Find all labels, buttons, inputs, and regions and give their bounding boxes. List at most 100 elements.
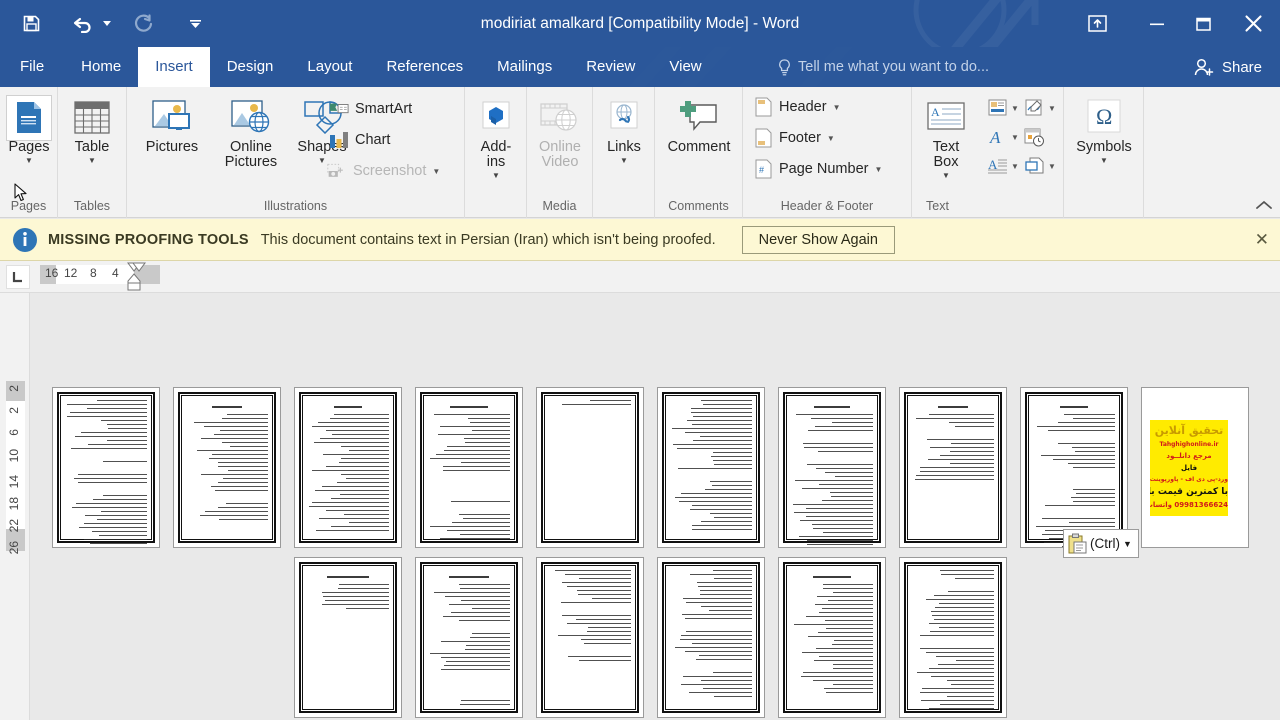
share-button[interactable]: Share	[1179, 47, 1280, 87]
document-page-thumbnail[interactable]	[778, 387, 886, 548]
page-text-line	[74, 436, 147, 437]
document-page-thumbnail[interactable]	[173, 387, 281, 548]
chevron-down-icon[interactable]: ▼	[1011, 104, 1019, 113]
online-pictures-button[interactable]: Online Pictures	[213, 97, 289, 170]
page-text-line	[214, 490, 268, 491]
document-page-thumbnail[interactable]	[1020, 387, 1128, 548]
infobar-close-button[interactable]: ✕	[1255, 230, 1269, 250]
restore-button[interactable]	[1180, 5, 1226, 43]
links-button[interactable]: Links ▼	[600, 97, 648, 166]
header-button[interactable]: Header ▼	[753, 97, 840, 117]
never-show-again-button[interactable]: Never Show Again	[741, 225, 895, 254]
page-text-line	[101, 420, 147, 421]
chevron-down-icon[interactable]: ▼	[827, 134, 835, 143]
paste-options-button[interactable]: (Ctrl) ▼	[1063, 529, 1139, 558]
document-page-thumbnail[interactable]	[536, 387, 644, 548]
chevron-down-icon[interactable]: ▼	[1011, 162, 1019, 171]
chevron-down-icon[interactable]: ▼	[1123, 539, 1132, 549]
chevron-down-icon[interactable]: ▼	[318, 156, 326, 166]
tab-layout[interactable]: Layout	[290, 47, 369, 87]
table-button[interactable]: Table ▼	[69, 97, 115, 166]
page-text-line	[688, 692, 752, 693]
document-page-thumbnail[interactable]	[415, 387, 523, 548]
page-number-button[interactable]: # Page Number ▼	[753, 159, 882, 179]
tell-me-search[interactable]: Tell me what you want to do...	[778, 47, 989, 87]
undo-button[interactable]	[66, 7, 100, 41]
tab-mailings[interactable]: Mailings	[480, 47, 569, 87]
page-text-line	[802, 488, 873, 489]
tab-stop-selector[interactable]	[6, 265, 30, 289]
tab-review[interactable]: Review	[569, 47, 652, 87]
object-button[interactable]: ▼	[1023, 156, 1056, 176]
addins-button[interactable]: Add- ins ▼	[472, 97, 520, 181]
symbols-button[interactable]: Ω Symbols ▼	[1070, 97, 1138, 166]
page-text-lines	[791, 400, 873, 545]
chevron-down-icon[interactable]: ▼	[620, 156, 628, 166]
ribbon-display-options-button[interactable]	[1074, 5, 1120, 43]
page-text-line	[684, 618, 752, 619]
document-page-thumbnail[interactable]	[536, 557, 644, 718]
customize-quick-access-toolbar-button[interactable]	[188, 7, 202, 41]
chevron-down-icon[interactable]: ▼	[1011, 133, 1019, 142]
text-box-button[interactable]: A Text Box ▼	[918, 97, 974, 181]
advertisement-page-thumbnail[interactable]: تحقیق آنلاین Tahghighonline.ir مرجع دانلــ…	[1141, 387, 1249, 548]
document-page-thumbnail[interactable]	[52, 387, 160, 548]
horizontal-ruler[interactable]: 16 12 8 4	[0, 261, 1280, 293]
online-video-button[interactable]: Online Video	[535, 97, 585, 170]
addins-button-label: Add- ins	[480, 139, 512, 170]
drop-cap-button[interactable]: A ▼	[986, 156, 1019, 176]
screenshot-button[interactable]: Screenshot ▼	[327, 161, 440, 181]
close-icon	[1244, 15, 1262, 32]
collapse-ribbon-button[interactable]	[1256, 198, 1272, 213]
undo-dropdown[interactable]	[100, 7, 114, 41]
chevron-down-icon[interactable]: ▼	[1100, 156, 1108, 166]
document-page-thumbnail[interactable]	[294, 557, 402, 718]
document-page-thumbnail[interactable]	[657, 387, 765, 548]
close-button[interactable]	[1226, 5, 1280, 43]
chevron-down-icon[interactable]: ▼	[492, 171, 500, 181]
document-page-thumbnail[interactable]	[657, 557, 765, 718]
tab-references[interactable]: References	[369, 47, 480, 87]
tab-insert[interactable]: Insert	[138, 47, 210, 87]
document-page-thumbnail[interactable]	[778, 557, 886, 718]
document-page-thumbnail[interactable]	[415, 557, 523, 718]
date-and-time-button[interactable]	[1023, 127, 1045, 147]
pictures-button[interactable]: Pictures	[135, 97, 209, 155]
page-text-line	[833, 684, 873, 685]
wordart-button[interactable]: A ▼	[986, 127, 1019, 147]
quick-parts-button[interactable]: ▼	[986, 98, 1019, 118]
tab-home[interactable]: Home	[64, 47, 138, 87]
tab-view[interactable]: View	[652, 47, 718, 87]
chevron-down-icon[interactable]: ▼	[25, 156, 33, 166]
page-text-line	[560, 602, 631, 603]
chevron-down-icon[interactable]: ▼	[88, 156, 96, 166]
pages-button[interactable]: Pages ▼	[6, 97, 52, 166]
document-page-thumbnail[interactable]	[294, 387, 402, 548]
chevron-down-icon[interactable]: ▼	[942, 171, 950, 181]
vertical-ruler[interactable]: 2 2 6 10 14 18 22 26	[0, 293, 30, 720]
document-page-thumbnail[interactable]	[899, 557, 1007, 718]
minimize-button[interactable]	[1134, 5, 1180, 43]
chevron-down-icon[interactable]: ▼	[432, 167, 440, 176]
document-page-thumbnail[interactable]	[899, 387, 1007, 548]
hanging-indent-marker[interactable]	[126, 273, 142, 291]
chevron-down-icon[interactable]: ▼	[1048, 104, 1056, 113]
window-controls	[1074, 0, 1280, 47]
signature-line-button[interactable]: ▼	[1023, 98, 1056, 118]
page-text-line	[926, 599, 994, 600]
comment-button[interactable]: Comment	[659, 97, 739, 155]
chevron-down-icon[interactable]: ▼	[1048, 162, 1056, 171]
redo-button[interactable]	[126, 7, 160, 41]
tab-design[interactable]: Design	[210, 47, 291, 87]
page-text-line	[340, 474, 389, 475]
right-indent-marker[interactable]	[131, 262, 147, 272]
smartart-button[interactable]: SmartArt	[329, 99, 412, 119]
save-button[interactable]	[14, 7, 48, 41]
chevron-down-icon[interactable]: ▼	[874, 165, 882, 174]
page-text-line	[1072, 501, 1115, 502]
chevron-down-icon[interactable]: ▼	[833, 103, 841, 112]
document-canvas[interactable]: تحقیق آنلاین Tahghighonline.ir مرجع دانلــ…	[30, 293, 1280, 720]
footer-button[interactable]: Footer ▼	[753, 128, 835, 148]
chart-button[interactable]: Chart	[329, 130, 390, 150]
tab-file[interactable]: File	[0, 47, 64, 87]
